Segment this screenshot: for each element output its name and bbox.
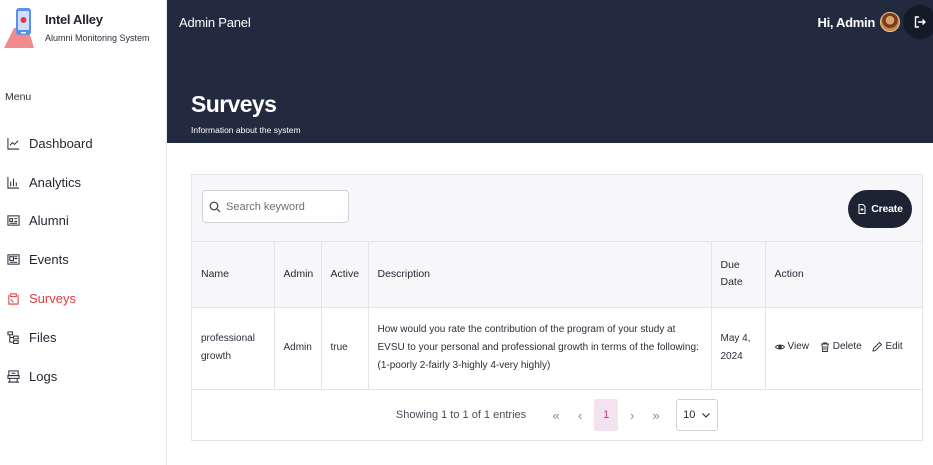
page-button-current[interactable]: 1 [594,399,619,431]
pagination: Showing 1 to 1 of 1 entries « ‹ 1 › » 10 [192,389,922,441]
menu-title: Menu [5,91,32,103]
surveys-table: Name Admin Active Description Due Date A… [192,242,922,390]
cell-due-date: May 4, 2024 [711,307,766,390]
page-subtitle: Information about the system [191,125,301,135]
sidebar-item-files[interactable]: Files [0,318,166,357]
trash-icon [820,342,829,352]
first-page-button[interactable]: « [544,399,568,431]
sidebar-item-label: Events [29,252,69,268]
brand-subtitle: Alumni Monitoring System [45,33,150,43]
brand-name: Intel Alley [45,12,103,27]
pencil-icon [872,341,883,352]
sidebar-item-logs[interactable]: Logs [0,357,166,396]
next-page-button[interactable]: › [620,399,644,431]
sidebar-item-label: Analytics [29,174,82,190]
column-header-action: Action [765,242,922,308]
due-date-value: May 4, 2024 [720,333,751,362]
chart-line-icon [6,136,20,150]
cell-description: How would you rate the contribution of t… [368,307,712,390]
sidebar-item-label: Files [29,329,57,345]
column-header-active[interactable]: Active [321,242,369,308]
pagination-info: Showing 1 to 1 of 1 entries [395,409,527,421]
sidebar: Intel Alley Alumni Monitoring System Men… [0,0,167,465]
column-header-admin[interactable]: Admin [274,242,322,308]
edit-button[interactable]: Edit [872,338,903,356]
cell-admin: Admin [274,307,322,390]
folder-tree-icon [6,330,20,344]
sidebar-item-label: Logs [29,368,58,384]
top-header: Admin Panel Hi, Admin Surveys Informatio… [167,0,933,143]
cell-actions: View Delete Edit [765,307,922,390]
create-button[interactable]: Create [848,190,912,228]
id-card-icon [6,214,20,228]
sidebar-item-events[interactable]: Events [0,240,166,279]
user-greeting: Hi, Admin [817,15,876,30]
last-page-button[interactable]: » [644,399,668,431]
sidebar-item-dashboard[interactable]: Dashboard [0,124,166,163]
column-header-name[interactable]: Name [192,242,275,308]
view-button[interactable]: View [774,338,810,356]
logout-button[interactable] [903,5,933,39]
bar-chart-icon [6,175,20,189]
surveys-card: Create Name Admin Active Description Due… [191,174,923,441]
sidebar-item-analytics[interactable]: Analytics [0,163,166,202]
archive-icon [6,369,20,383]
sidebar-nav: Dashboard Analytics Alumni Events Survey… [0,124,166,396]
table-header-row: Name Admin Active Description Due Date A… [192,242,922,308]
search-box[interactable] [202,190,349,223]
panel-label: Admin Panel [179,15,251,30]
brand[interactable]: Intel Alley Alumni Monitoring System [4,4,164,48]
clipboard-icon [6,292,20,306]
card-toolbar: Create [192,175,922,242]
per-page-value: 10 [683,409,696,421]
delete-label: Delete [832,340,862,352]
column-header-description[interactable]: Description [368,242,712,308]
sidebar-item-label: Dashboard [29,135,93,151]
logout-icon [914,16,926,28]
sidebar-item-alumni[interactable]: Alumni [0,202,166,241]
per-page-select[interactable]: 10 [676,399,719,431]
avatar[interactable] [880,12,900,32]
eye-icon [774,344,785,349]
search-icon [209,201,221,212]
due-date-header-label: Due Date [720,259,743,289]
cell-name: professional growth [192,307,275,390]
page-title: Surveys [191,91,277,117]
delete-button[interactable]: Delete [820,338,862,356]
view-label: View [787,340,810,352]
sidebar-item-surveys[interactable]: Surveys [0,279,166,318]
app-logo-icon [4,8,34,48]
prev-page-button[interactable]: ‹ [568,399,592,431]
newspaper-icon [6,253,20,267]
column-header-due-date[interactable]: Due Date [711,242,766,308]
chevron-down-icon [702,413,711,418]
edit-label: Edit [885,340,903,352]
search-input[interactable] [226,200,341,213]
table-row: professional growth Admin true How would… [192,307,922,390]
cell-active: true [321,307,369,390]
file-plus-icon [858,204,866,214]
sidebar-item-label: Alumni [29,213,69,229]
sidebar-item-label: Surveys [29,291,76,307]
create-label: Create [871,203,903,215]
